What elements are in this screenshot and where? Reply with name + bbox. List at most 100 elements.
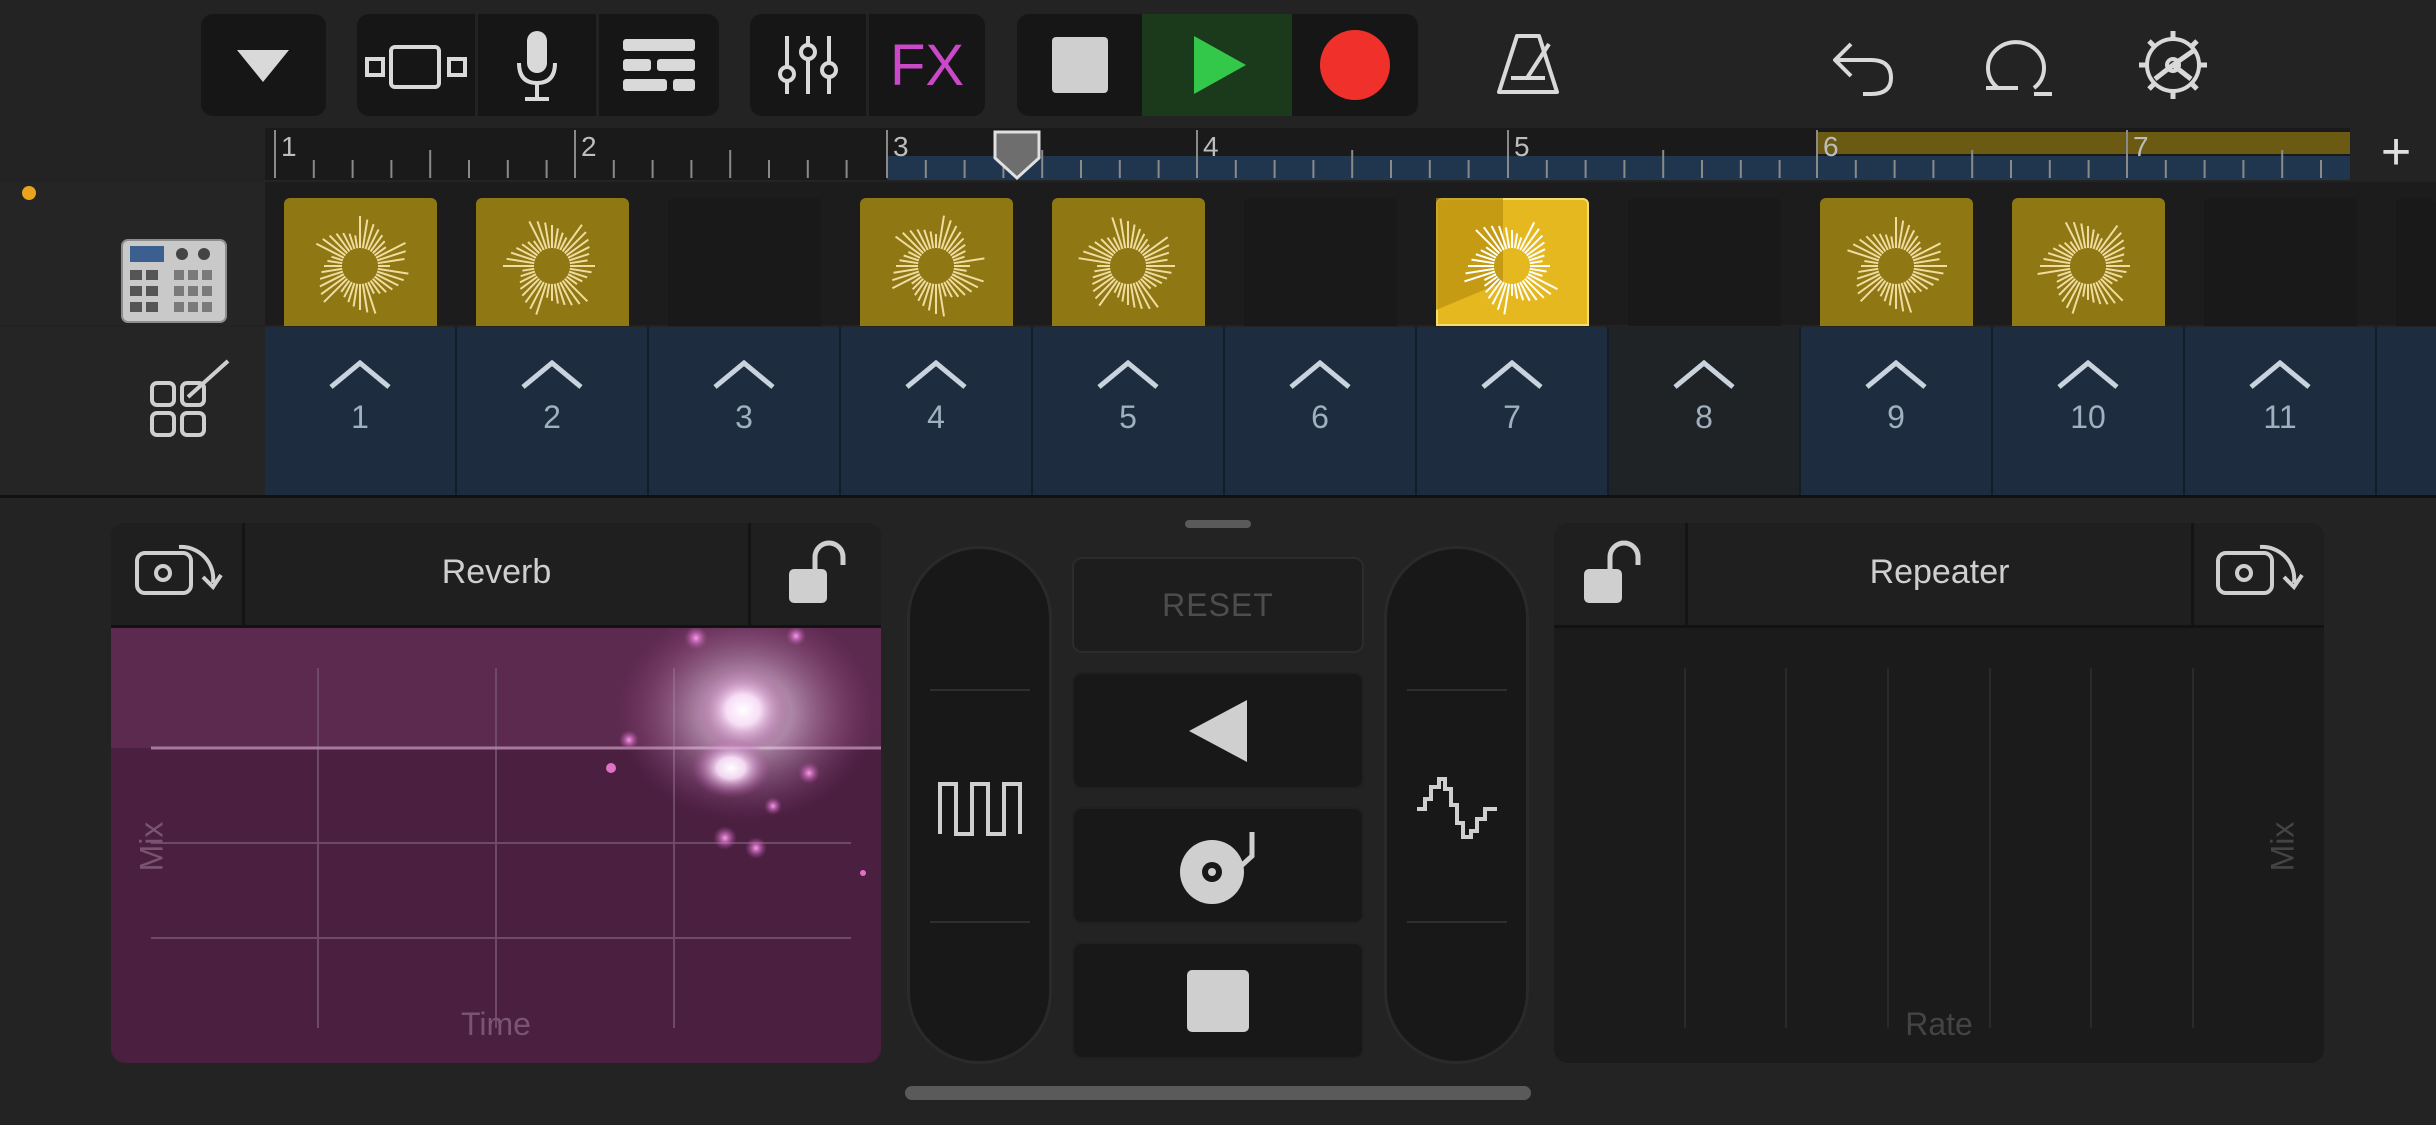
undo-button[interactable]	[1812, 14, 1912, 116]
chevron-up-icon	[1865, 359, 1927, 389]
scratch-button[interactable]	[1072, 807, 1364, 924]
column-trigger[interactable]	[2377, 327, 2436, 495]
microphone-button[interactable]	[478, 14, 596, 116]
column-number: 6	[1311, 399, 1329, 435]
burst-ray	[953, 267, 967, 272]
stop-effect-button[interactable]	[1072, 942, 1364, 1059]
xy-pad[interactable]: Time Mix	[111, 628, 881, 1063]
burst-ray	[569, 267, 592, 274]
burst-ray	[1890, 236, 1895, 249]
record-automation-icon[interactable]	[2214, 539, 2306, 609]
waveform-burst-icon	[503, 220, 595, 315]
metronome-icon	[1497, 34, 1559, 94]
burst-ray	[1094, 267, 1111, 273]
gear-icon	[2138, 31, 2207, 99]
column-number: 9	[1887, 399, 1905, 435]
column-trigger[interactable]: 7	[1417, 327, 1610, 495]
chevron-up-icon	[329, 359, 391, 389]
burst-ray	[2105, 259, 2123, 265]
burst-ray	[1145, 258, 1168, 265]
browser-button[interactable]	[357, 14, 475, 116]
bar-number: 5	[1514, 131, 1530, 162]
metronome-button[interactable]	[1478, 14, 1578, 116]
unlocked-padlock-icon[interactable]	[1576, 539, 1656, 609]
column-trigger[interactable]: 3	[649, 327, 842, 495]
unlocked-padlock-icon[interactable]	[781, 539, 861, 609]
rate-grid	[1684, 668, 2194, 1028]
column-trigger[interactable]: 2	[457, 327, 650, 495]
column-trigger-row: 1 2 3 4 5 6 7 8 9 10 11	[265, 327, 2436, 495]
pill-divider	[930, 921, 1030, 923]
track-activity-dot	[22, 186, 36, 200]
cell-edit-area	[0, 327, 265, 495]
track-menu-button[interactable]	[201, 14, 326, 116]
live-loops-grid	[265, 182, 2436, 326]
record-automation-icon[interactable]	[133, 539, 225, 609]
burst-ray	[929, 231, 935, 249]
column-trigger[interactable]: 11	[2185, 327, 2378, 495]
waveform-burst-icon	[1078, 217, 1175, 310]
reset-button[interactable]: RESET	[1072, 557, 1364, 653]
fx-title[interactable]: Reverb	[245, 553, 748, 592]
reverb-xy-panel: Reverb Time Mix	[111, 523, 881, 1063]
mixer-button[interactable]	[750, 14, 866, 116]
edit-cells-icon[interactable]	[148, 357, 234, 443]
column-trigger[interactable]: 9	[1801, 327, 1994, 495]
header-divider	[2191, 523, 2194, 625]
mixer-sliders-icon	[778, 36, 838, 94]
burst-ray	[1864, 260, 1879, 265]
bar-number: 4	[1203, 131, 1219, 162]
fx-title[interactable]: Repeater	[1688, 553, 2191, 592]
tracks-view-button[interactable]	[599, 14, 719, 116]
burst-ray	[1121, 283, 1127, 302]
xy-grid	[111, 628, 881, 1028]
column-number: 8	[1695, 399, 1713, 435]
chevron-up-icon	[2249, 359, 2311, 389]
column-number: 2	[543, 399, 561, 435]
column-number: 5	[1119, 399, 1137, 435]
column-number: 1	[351, 399, 369, 435]
track-header[interactable]	[0, 182, 265, 325]
reverb-header: Reverb	[111, 523, 881, 628]
timeline-ruler[interactable]: 1 2 3 4 5 6 7	[265, 128, 2350, 180]
lfo-sine-pill[interactable]	[1384, 546, 1529, 1064]
playhead-icon[interactable]	[991, 128, 1043, 180]
burst-ray	[553, 228, 559, 249]
add-section-button[interactable]: +	[2370, 126, 2422, 180]
burst-ray	[2089, 283, 2095, 303]
pill-divider	[1407, 689, 1507, 691]
chevron-up-icon	[2057, 359, 2119, 389]
chevron-up-icon	[1481, 359, 1543, 389]
bar-number: 6	[1823, 131, 1839, 162]
column-number: 11	[2263, 399, 2297, 435]
burst-ray	[553, 283, 559, 304]
reset-label: RESET	[1162, 586, 1274, 623]
reverse-button[interactable]	[1072, 672, 1364, 789]
burst-ray	[1513, 233, 1519, 249]
chevron-up-icon	[521, 359, 583, 389]
burst-ray	[1529, 267, 1547, 273]
column-trigger[interactable]: 5	[1033, 327, 1226, 495]
stop-button[interactable]	[1017, 14, 1142, 116]
tracks-view-icon	[623, 39, 695, 91]
record-button[interactable]	[1292, 14, 1418, 116]
column-trigger[interactable]: 10	[1993, 327, 2186, 495]
stop-square-icon	[1187, 969, 1249, 1032]
fx-button[interactable]: FX	[869, 14, 985, 116]
column-trigger[interactable]: 4	[841, 327, 1034, 495]
lfo-square-pill[interactable]	[907, 546, 1052, 1064]
panel-drag-handle[interactable]	[1185, 520, 1251, 528]
burst-ray	[899, 259, 919, 265]
column-trigger[interactable]: 1	[265, 327, 458, 495]
play-button[interactable]	[1142, 14, 1292, 116]
undo-arrow-icon	[1833, 42, 1894, 96]
column-number: 7	[1503, 399, 1521, 435]
turntable-icon	[1180, 831, 1255, 904]
settings-button[interactable]	[2120, 14, 2225, 116]
xy-pad[interactable]: Rate Mix	[1554, 628, 2324, 1063]
waveform-burst-icon	[315, 216, 409, 314]
column-trigger[interactable]: 6	[1225, 327, 1418, 495]
burst-ray	[1513, 283, 1519, 299]
loop-browser-button[interactable]	[1965, 14, 2070, 116]
column-trigger[interactable]: 8	[1609, 327, 1802, 495]
